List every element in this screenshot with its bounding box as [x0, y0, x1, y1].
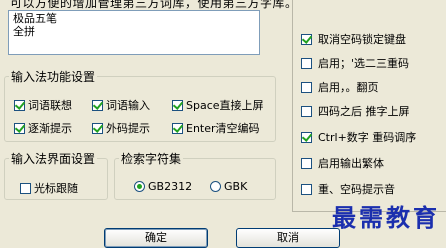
radio-button[interactable]: [210, 181, 221, 192]
option-ci-yu-shu-ru[interactable]: 词语输入: [92, 97, 150, 113]
option-label: Space直接上屏: [186, 99, 264, 112]
option-label: 逐渐提示: [28, 122, 72, 135]
checkbox[interactable]: [301, 57, 312, 69]
option-label: 取消空码锁定键盘: [318, 33, 406, 46]
option-ctrl-reorder[interactable]: Ctrl+数字 重码调序: [301, 129, 416, 145]
list-item[interactable]: 全拼: [13, 25, 255, 38]
option-label: 词语联想: [28, 99, 72, 112]
checkbox[interactable]: [92, 122, 103, 134]
watermark-logo: 最需教育: [332, 203, 440, 232]
advanced-options-panel: 取消空码锁定键盘 启用；'选二三重码 启用，。翻页 四码之后 推字上屏 Ctrl…: [292, 0, 446, 212]
checkbox[interactable]: [172, 122, 183, 134]
checkbox[interactable]: [92, 99, 103, 111]
checkbox[interactable]: [301, 157, 312, 169]
radio-button[interactable]: [134, 181, 145, 192]
checkbox[interactable]: [301, 105, 312, 117]
option-label: 词语输入: [106, 99, 150, 112]
option-label: Enter清空编码: [186, 122, 260, 135]
ok-button[interactable]: 确定: [104, 228, 208, 248]
option-label: GBK: [224, 180, 248, 193]
option-label: 四码之后 推字上屏: [318, 105, 410, 118]
option-zhu-jian-ti-shi[interactable]: 逐渐提示: [14, 120, 72, 136]
ime-function-legend: 输入法功能设置: [11, 70, 96, 84]
option-four-code-commit[interactable]: 四码之后 推字上屏: [301, 103, 410, 119]
option-select-23-code[interactable]: 启用；'选二三重码: [301, 55, 409, 71]
option-label: 启用，。翻页: [318, 81, 379, 94]
radio-gbk[interactable]: GBK: [210, 180, 247, 193]
option-label: Ctrl+数字 重码调序: [318, 131, 417, 144]
checkbox[interactable]: [301, 131, 312, 143]
radio-gb2312[interactable]: GB2312: [134, 180, 192, 193]
option-cursor-follow[interactable]: 光标跟随: [20, 180, 78, 196]
option-space-commit[interactable]: Space直接上屏: [172, 97, 264, 113]
checkbox[interactable]: [301, 183, 312, 195]
option-cancel-empty-lock[interactable]: 取消空码锁定键盘: [301, 31, 406, 47]
option-ci-yu-lian-xiang[interactable]: 词语联想: [14, 97, 72, 113]
checkbox[interactable]: [301, 33, 312, 45]
option-label: 外码提示: [106, 122, 150, 135]
checkbox[interactable]: [14, 122, 25, 134]
list-item[interactable]: 极品五笔: [13, 12, 255, 25]
checkbox[interactable]: [14, 99, 25, 111]
checkbox[interactable]: [172, 99, 183, 111]
option-label: 重、空码提示音: [318, 183, 395, 196]
dictionary-list[interactable]: 极品五笔 全拼: [8, 10, 260, 55]
option-label: 启用；'选二三重码: [318, 57, 410, 70]
option-label: GB2312: [148, 180, 193, 193]
cancel-button[interactable]: 取消: [236, 228, 340, 248]
option-code-beep[interactable]: 重、空码提示音: [301, 181, 395, 197]
checkbox[interactable]: [301, 81, 312, 93]
option-label: 启用输出繁体: [318, 157, 384, 170]
option-page-turn[interactable]: 启用，。翻页: [301, 79, 379, 95]
checkbox[interactable]: [20, 182, 31, 194]
charset-legend: 检索字符集: [121, 152, 182, 166]
option-traditional-output[interactable]: 启用输出繁体: [301, 155, 384, 171]
option-label: 光标跟随: [34, 182, 78, 195]
option-wai-ma-ti-shi[interactable]: 外码提示: [92, 120, 150, 136]
ime-interface-legend: 输入法界面设置: [11, 152, 96, 166]
option-enter-clear[interactable]: Enter清空编码: [172, 120, 260, 136]
